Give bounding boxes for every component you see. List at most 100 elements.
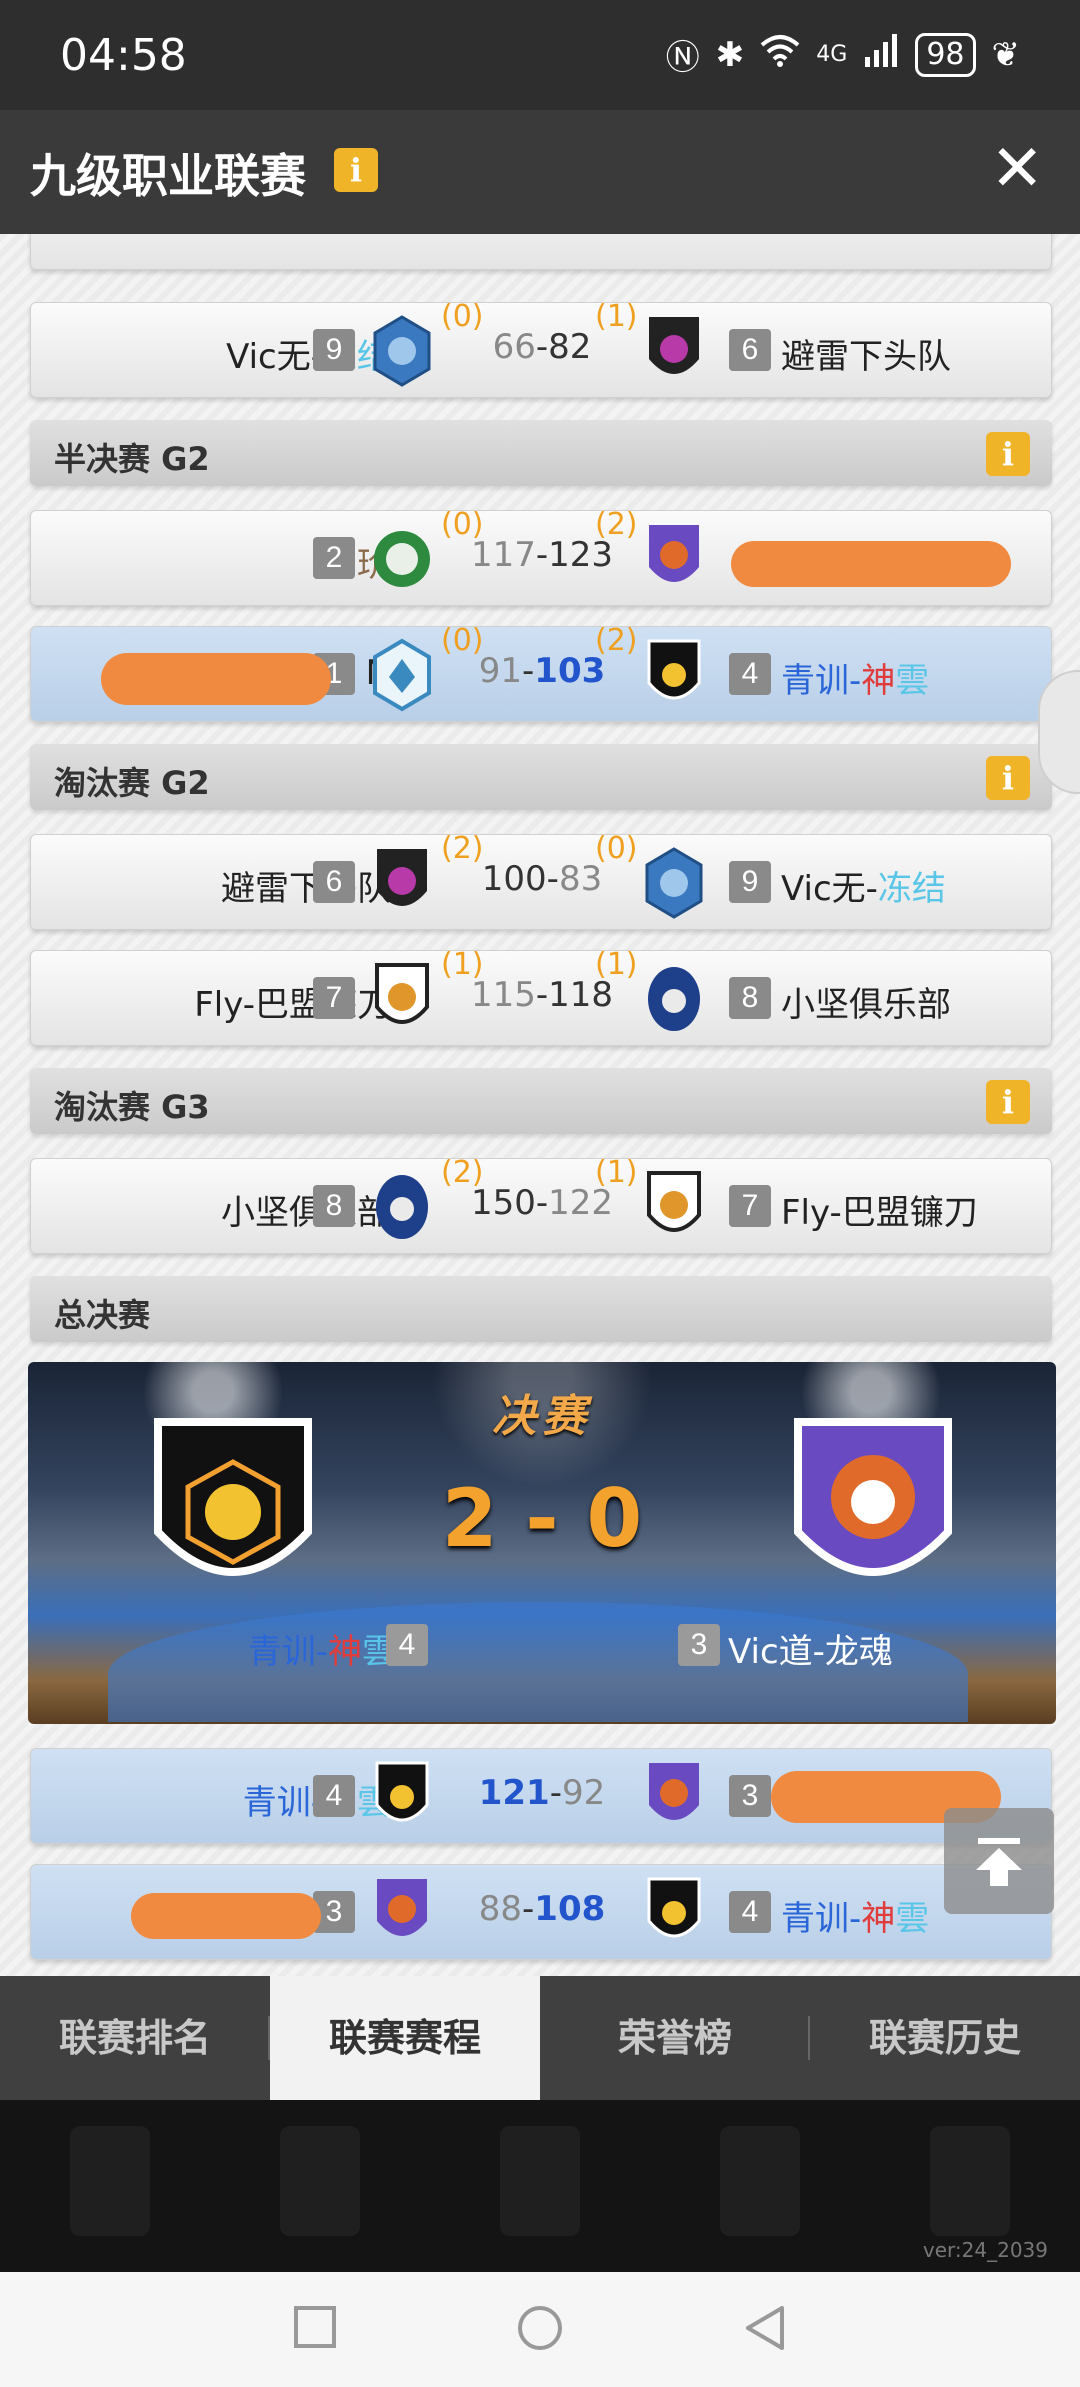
team-logo-icon (373, 315, 431, 387)
team-logo-icon (647, 1877, 701, 1938)
match-row[interactable]: 青训-神雲 4 121-92 3 (30, 1748, 1052, 1844)
recent-apps-icon[interactable] (292, 2304, 338, 2350)
team-logo-icon (377, 849, 427, 906)
team-left-rank: 6 (313, 861, 355, 903)
team-left-rank: 8 (313, 1185, 355, 1227)
team-logo-icon (373, 638, 431, 712)
match-score: 88-108 (478, 1889, 606, 1929)
team-right-rank: 3 (729, 1775, 771, 1817)
version-label: ver:24_2039 (922, 2238, 1048, 2262)
finals-team-right-rank: 3 (678, 1624, 720, 1666)
finals-team-left-rank: 4 (386, 1624, 428, 1666)
finals-team-right-name: Vic道-龙魂 (728, 1632, 893, 1672)
tab-league-history[interactable]: 联赛历史 (810, 1976, 1080, 2100)
signal-icon (863, 33, 899, 76)
leaf-icon: ❦ (991, 34, 1021, 75)
match-row[interactable]: 玠 2 (0) 117-123 (2) (30, 507, 1052, 606)
team-right-wins: (1) (595, 1155, 638, 1190)
system-navigation-bar (0, 2272, 1080, 2387)
info-icon[interactable]: i (986, 1080, 1030, 1124)
team-logo-icon (648, 967, 700, 1031)
battery-indicator: 98 (915, 32, 976, 77)
team-left-name: Fly-巴盟镰刀 (194, 985, 391, 1025)
info-icon[interactable]: i (986, 756, 1030, 800)
team-logo-icon (374, 531, 430, 587)
team-left-rank: 9 (313, 329, 355, 371)
page-title: 九级职业联赛 (30, 149, 306, 203)
team-logo-icon (794, 1418, 952, 1576)
status-time: 04:58 (60, 30, 187, 81)
match-row-partial[interactable] (30, 234, 1052, 270)
footer-icon (500, 2126, 580, 2236)
team-right-rank: 6 (729, 329, 771, 371)
info-icon[interactable]: i (334, 148, 378, 192)
tab-league-ranking[interactable]: 联赛排名 (0, 1976, 270, 2100)
match-row[interactable]: 3 88-108 4 青训-神雲 (30, 1864, 1052, 1960)
finals-banner[interactable]: 决赛 2 - 0 青训-神雲 4 3 Vic道-龙魂 (28, 1362, 1056, 1724)
tab-league-schedule[interactable]: 联赛赛程 (270, 1976, 540, 2100)
network-label: 4G (816, 42, 848, 67)
bluetooth-icon: ✱ (715, 34, 745, 75)
team-left-rank: 7 (313, 977, 355, 1019)
team-left-name: 小坚俱乐部 (221, 1193, 391, 1233)
footer-icon (280, 2126, 360, 2236)
team-right-name: 避雷下头队 (781, 337, 951, 377)
close-button[interactable]: ✕ (990, 136, 1044, 200)
info-icon[interactable]: i (986, 432, 1030, 476)
team-left-name: Vic无-冻结 (226, 337, 391, 377)
home-icon[interactable] (516, 2304, 564, 2352)
team-left-rank: 2 (313, 537, 355, 579)
section-title: 淘汰赛 G2 (54, 764, 210, 802)
footer-icon (720, 2126, 800, 2236)
team-right-wins: (1) (595, 299, 638, 334)
match-row[interactable]: 小坚俱乐部 8 (2) 150-122 (1) 7 Fly-巴盟镰刀 (30, 1155, 1052, 1254)
team-right-rank: 7 (729, 1185, 771, 1227)
scroll-to-top-button[interactable] (944, 1808, 1054, 1914)
team-left-rank: 4 (313, 1775, 355, 1817)
team-logo-icon (649, 317, 699, 374)
team-right-name: Vic无-冻结 (781, 869, 946, 909)
team-logo-icon (645, 847, 703, 919)
section-header: 总决赛 (30, 1276, 1052, 1342)
status-bar: 04:58 Ⓝ ✱ 4G 98 ❦ (0, 0, 1080, 110)
section-header: 淘汰赛 G2 i (30, 744, 1052, 810)
team-right-wins: (1) (595, 947, 638, 982)
team-right-rank: 4 (729, 1891, 771, 1933)
team-right-name: Fly-巴盟镰刀 (781, 1193, 978, 1233)
match-row[interactable]: 避雷下头队 6 (2) 100-83 (0) 9 Vic无-冻结 (30, 831, 1052, 930)
section-header: 淘汰赛 G3 i (30, 1068, 1052, 1134)
side-chat-button[interactable] (1038, 670, 1080, 794)
team-right-wins: (0) (595, 831, 638, 866)
match-row[interactable]: Vic无-冻结 9 (0) 66-82 (1) 6 避雷下头队 (30, 299, 1052, 398)
footer-icon (930, 2126, 1010, 2236)
team-logo-icon (649, 525, 699, 582)
section-title: 半决赛 G2 (54, 440, 210, 478)
bottom-tab-bar: 联赛排名 联赛赛程 荣誉榜 联赛历史 (0, 1976, 1080, 2100)
status-icons: Ⓝ ✱ 4G 98 ❦ (666, 30, 1020, 79)
redaction-mark (131, 1893, 321, 1939)
nfc-icon: Ⓝ (665, 38, 700, 78)
back-icon[interactable] (742, 2304, 788, 2352)
wifi-icon (760, 33, 800, 76)
team-logo-icon (375, 1761, 429, 1822)
schedule-list[interactable]: Vic无-冻结 9 (0) 66-82 (1) 6 避雷下头队 半决赛 G2 i… (0, 234, 1080, 1976)
team-left-name: 避雷下头队 (221, 869, 391, 909)
team-logo-icon (377, 1879, 427, 1936)
match-score: 121-92 (478, 1773, 606, 1813)
team-logo-icon (647, 639, 701, 700)
game-footer-overlay: ver:24_2039 (0, 2100, 1080, 2272)
team-right-name: 小坚俱乐部 (781, 985, 951, 1025)
team-logo-icon (647, 1171, 701, 1232)
match-row[interactable]: Fly-巴盟镰刀 7 (1) 115-118 (1) 8 小坚俱乐部 (30, 947, 1052, 1046)
section-title: 总决赛 (54, 1296, 151, 1334)
team-right-wins: (2) (595, 507, 638, 542)
team-right-rank: 8 (729, 977, 771, 1019)
team-logo-icon (376, 1175, 428, 1239)
team-logo-icon (375, 963, 429, 1024)
section-title: 淘汰赛 G3 (54, 1088, 210, 1126)
arrow-up-icon (976, 1838, 1022, 1886)
team-right-wins: (2) (595, 623, 638, 658)
tab-honor-roll[interactable]: 荣誉榜 (540, 1976, 810, 2100)
match-row[interactable]: N 1 (0) 91-103 (2) 4 青训-神雲 (30, 623, 1052, 722)
team-logo-icon (154, 1418, 312, 1576)
